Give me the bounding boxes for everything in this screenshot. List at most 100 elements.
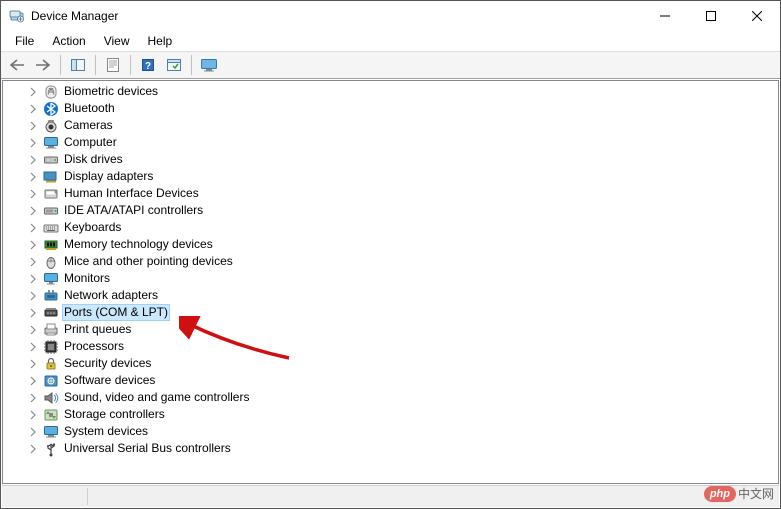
tree-item-bluetooth[interactable]: Bluetooth xyxy=(25,100,778,117)
tree-item-hid[interactable]: Human Interface Devices xyxy=(25,185,778,202)
menu-view[interactable]: View xyxy=(96,32,138,50)
computer-icon xyxy=(42,135,59,151)
expand-arrow-icon[interactable] xyxy=(25,101,41,117)
network-icon xyxy=(42,288,59,304)
toolbar: ? xyxy=(1,51,780,79)
forward-button[interactable] xyxy=(31,53,55,77)
tree-item-memory-tech[interactable]: Memory technology devices xyxy=(25,236,778,253)
tree-item-disk-drives[interactable]: Disk drives xyxy=(25,151,778,168)
tree-item-network[interactable]: Network adapters xyxy=(25,287,778,304)
tree-item-print-queues[interactable]: Print queues xyxy=(25,321,778,338)
minimize-button[interactable] xyxy=(642,1,688,31)
memory-tech-icon xyxy=(42,237,59,253)
tree-item-label: Bluetooth xyxy=(62,100,117,117)
close-button[interactable] xyxy=(734,1,780,31)
software-icon xyxy=(42,373,59,389)
tree-item-usb[interactable]: Universal Serial Bus controllers xyxy=(25,440,778,457)
show-hide-console-button[interactable] xyxy=(66,53,90,77)
expand-arrow-icon[interactable] xyxy=(25,220,41,236)
keyboards-icon xyxy=(42,220,59,236)
expand-arrow-icon[interactable] xyxy=(25,288,41,304)
help-button[interactable]: ? xyxy=(136,53,160,77)
system-icon xyxy=(42,424,59,440)
scan-hardware-button[interactable] xyxy=(162,53,186,77)
title-bar: Device Manager xyxy=(1,1,780,31)
tree-item-software[interactable]: Software devices xyxy=(25,372,778,389)
print-queues-icon xyxy=(42,322,59,338)
expand-arrow-icon[interactable] xyxy=(25,271,41,287)
toolbar-separator xyxy=(60,55,61,75)
expand-arrow-icon[interactable] xyxy=(25,305,41,321)
tree-item-sound[interactable]: Sound, video and game controllers xyxy=(25,389,778,406)
tree-item-label: Security devices xyxy=(62,355,153,372)
tree-item-storage[interactable]: Storage controllers xyxy=(25,406,778,423)
tree-item-mice[interactable]: Mice and other pointing devices xyxy=(25,253,778,270)
expand-arrow-icon[interactable] xyxy=(25,322,41,338)
expand-arrow-icon[interactable] xyxy=(25,373,41,389)
menu-action[interactable]: Action xyxy=(44,32,93,50)
tree-item-keyboards[interactable]: Keyboards xyxy=(25,219,778,236)
tree-panel: Biometric devicesBluetoothCamerasCompute… xyxy=(2,80,779,484)
maximize-button[interactable] xyxy=(688,1,734,31)
tree-item-cameras[interactable]: Cameras xyxy=(25,117,778,134)
tree-item-label: System devices xyxy=(62,423,150,440)
tree-item-label: Memory technology devices xyxy=(62,236,215,253)
expand-arrow-icon[interactable] xyxy=(25,186,41,202)
tree-item-label: Keyboards xyxy=(62,219,123,236)
expand-arrow-icon[interactable] xyxy=(25,424,41,440)
monitor-button[interactable] xyxy=(197,53,221,77)
tree-item-label: Software devices xyxy=(62,372,157,389)
device-tree[interactable]: Biometric devicesBluetoothCamerasCompute… xyxy=(3,81,778,483)
usb-icon xyxy=(42,441,59,457)
expand-arrow-icon[interactable] xyxy=(25,135,41,151)
expand-arrow-icon[interactable] xyxy=(25,254,41,270)
display-adapters-icon xyxy=(42,169,59,185)
app-icon xyxy=(9,8,25,24)
expand-arrow-icon[interactable] xyxy=(25,169,41,185)
tree-item-label: Computer xyxy=(62,134,119,151)
expand-arrow-icon[interactable] xyxy=(25,237,41,253)
expand-arrow-icon[interactable] xyxy=(25,339,41,355)
tree-item-computer[interactable]: Computer xyxy=(25,134,778,151)
menu-help[interactable]: Help xyxy=(140,32,181,50)
hid-icon xyxy=(42,186,59,202)
menu-file[interactable]: File xyxy=(7,32,42,50)
tree-item-label: Disk drives xyxy=(62,151,125,168)
tree-item-biometric[interactable]: Biometric devices xyxy=(25,83,778,100)
back-button[interactable] xyxy=(5,53,29,77)
tree-item-display-adapters[interactable]: Display adapters xyxy=(25,168,778,185)
cameras-icon xyxy=(42,118,59,134)
expand-arrow-icon[interactable] xyxy=(25,390,41,406)
toolbar-separator xyxy=(191,55,192,75)
expand-arrow-icon[interactable] xyxy=(25,152,41,168)
security-icon xyxy=(42,356,59,372)
expand-arrow-icon[interactable] xyxy=(25,356,41,372)
expand-arrow-icon[interactable] xyxy=(25,203,41,219)
tree-item-processors[interactable]: Processors xyxy=(25,338,778,355)
expand-arrow-icon[interactable] xyxy=(25,407,41,423)
tree-item-ports[interactable]: Ports (COM & LPT) xyxy=(25,304,778,321)
svg-text:?: ? xyxy=(145,61,151,72)
status-bar xyxy=(2,485,779,507)
tree-item-label: Monitors xyxy=(62,270,112,287)
tree-item-label: Processors xyxy=(62,338,126,355)
expand-arrow-icon[interactable] xyxy=(25,118,41,134)
tree-item-label: Storage controllers xyxy=(62,406,167,423)
tree-item-system[interactable]: System devices xyxy=(25,423,778,440)
tree-item-label: Sound, video and game controllers xyxy=(62,389,251,406)
mice-icon xyxy=(42,254,59,270)
tree-item-monitors[interactable]: Monitors xyxy=(25,270,778,287)
tree-item-security[interactable]: Security devices xyxy=(25,355,778,372)
expand-arrow-icon[interactable] xyxy=(25,441,41,457)
tree-item-label: Human Interface Devices xyxy=(62,185,201,202)
ide-icon xyxy=(42,203,59,219)
window-title: Device Manager xyxy=(31,9,118,23)
toolbar-separator xyxy=(130,55,131,75)
expand-arrow-icon[interactable] xyxy=(25,84,41,100)
disk-drives-icon xyxy=(42,152,59,168)
tree-item-ide[interactable]: IDE ATA/ATAPI controllers xyxy=(25,202,778,219)
properties-button[interactable] xyxy=(101,53,125,77)
processors-icon xyxy=(42,339,59,355)
biometric-icon xyxy=(42,84,59,100)
toolbar-separator xyxy=(95,55,96,75)
